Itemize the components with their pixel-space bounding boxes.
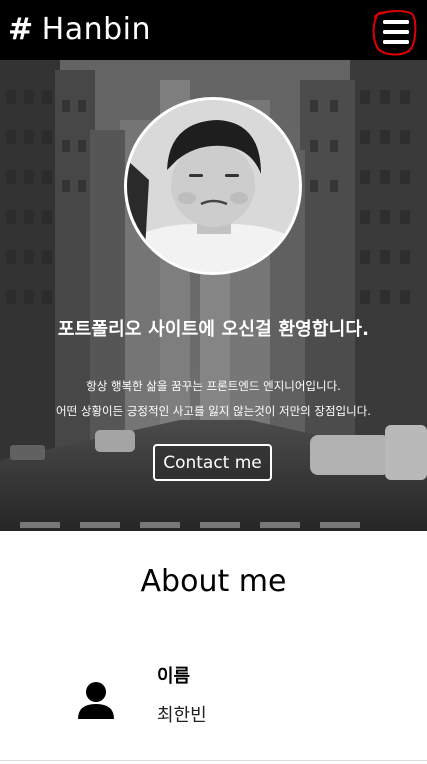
hero-intro-line1: 항상 행복한 삶을 꿈꾸는 프론트엔드 엔지니어입니다. [86,379,341,393]
brand-name: Hanbin [41,11,151,47]
divider [0,760,427,761]
hero-section: 포트폴리오 사이트에 오신걸 환영합니다. 항상 행복한 삶을 꿈꾸는 프론트엔… [0,60,427,531]
person-icon [78,682,114,719]
hero-title: 포트폴리오 사이트에 오신걸 환영합니다. [57,319,370,340]
about-me-heading: About me [140,564,287,599]
info-name-label: 이름 [157,666,191,687]
info-name-value: 최한빈 [157,705,207,726]
profile-avatar [124,97,302,275]
navbar: # Hanbin [0,0,427,60]
menu-toggle-button[interactable] [369,7,419,56]
brand-logo[interactable]: # Hanbin [8,12,151,47]
profile-photo [127,100,299,272]
contact-me-button[interactable]: Contact me [153,444,272,481]
brand-hash: # [8,11,34,47]
hamburger-menu-icon [372,10,417,56]
hero-intro-line2: 어떤 상황이든 긍정적인 사고를 잃지 않는것이 저만의 장점입니다. [56,404,371,418]
